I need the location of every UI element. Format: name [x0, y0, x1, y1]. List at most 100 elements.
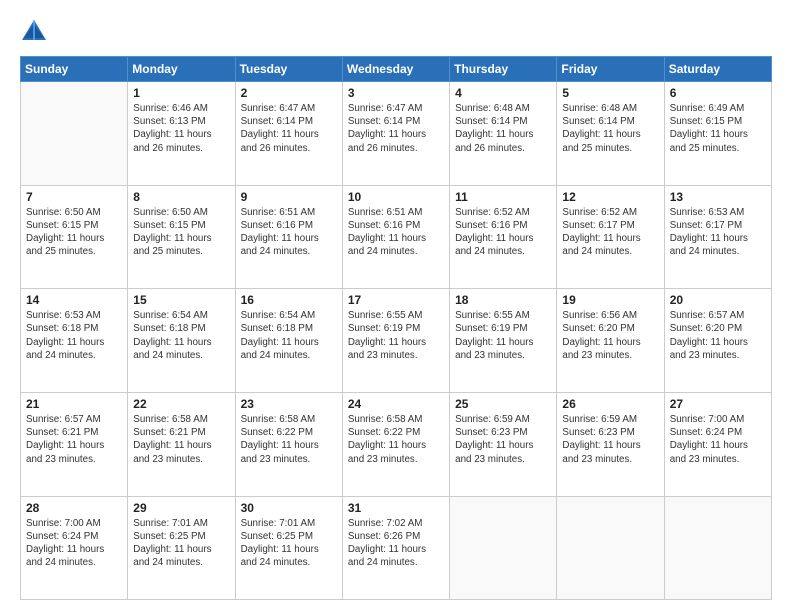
cell-info: Sunrise: 6:58 AM Sunset: 6:21 PM Dayligh… [133, 413, 229, 466]
calendar-cell: 19 Sunrise: 6:56 AM Sunset: 6:20 PM Dayli… [557, 289, 664, 393]
day-number: 15 [133, 293, 229, 307]
cell-info: Sunrise: 6:55 AM Sunset: 6:19 PM Dayligh… [348, 309, 444, 362]
day-number: 11 [455, 190, 551, 204]
cell-info: Sunrise: 6:50 AM Sunset: 6:15 PM Dayligh… [26, 206, 122, 259]
day-number: 24 [348, 397, 444, 411]
cell-info: Sunrise: 6:55 AM Sunset: 6:19 PM Dayligh… [455, 309, 551, 362]
cell-info: Sunrise: 6:52 AM Sunset: 6:17 PM Dayligh… [562, 206, 658, 259]
calendar-cell: 25 Sunrise: 6:59 AM Sunset: 6:23 PM Dayli… [450, 392, 557, 496]
calendar-cell: 4Sunrise: 6:48 AM Sunset: 6:14 PM Daylig… [450, 82, 557, 186]
calendar-cell: 10 Sunrise: 6:51 AM Sunset: 6:16 PM Dayli… [342, 185, 449, 289]
day-number: 12 [562, 190, 658, 204]
logo [20, 18, 52, 46]
calendar-cell: 22 Sunrise: 6:58 AM Sunset: 6:21 PM Dayli… [128, 392, 235, 496]
day-number: 18 [455, 293, 551, 307]
day-number: 5 [562, 86, 658, 100]
weekday-header: Thursday [450, 57, 557, 82]
calendar-cell: 27 Sunrise: 7:00 AM Sunset: 6:24 PM Dayli… [664, 392, 771, 496]
cell-info: Sunrise: 6:50 AM Sunset: 6:15 PM Dayligh… [133, 206, 229, 259]
calendar-cell: 17Sunrise: 6:55 AM Sunset: 6:19 PM Dayli… [342, 289, 449, 393]
day-number: 3 [348, 86, 444, 100]
calendar-cell: 5 Sunrise: 6:48 AM Sunset: 6:14 PM Daylig… [557, 82, 664, 186]
day-number: 8 [133, 190, 229, 204]
cell-info: Sunrise: 6:58 AM Sunset: 6:22 PM Dayligh… [241, 413, 337, 466]
calendar-cell [450, 496, 557, 600]
calendar-cell: 15 Sunrise: 6:54 AM Sunset: 6:18 PM Dayli… [128, 289, 235, 393]
calendar-cell [664, 496, 771, 600]
day-number: 14 [26, 293, 122, 307]
weekday-header: Sunday [21, 57, 128, 82]
cell-info: Sunrise: 7:00 AM Sunset: 6:24 PM Dayligh… [670, 413, 766, 466]
cell-info: Sunrise: 7:00 AM Sunset: 6:24 PM Dayligh… [26, 517, 122, 570]
calendar-week-row: 7 Sunrise: 6:50 AM Sunset: 6:15 PM Daylig… [21, 185, 772, 289]
calendar-cell: 7 Sunrise: 6:50 AM Sunset: 6:15 PM Daylig… [21, 185, 128, 289]
calendar-cell: 31Sunrise: 7:02 AM Sunset: 6:26 PM Dayli… [342, 496, 449, 600]
cell-info: Sunrise: 6:54 AM Sunset: 6:18 PM Dayligh… [133, 309, 229, 362]
cell-info: Sunrise: 6:57 AM Sunset: 6:21 PM Dayligh… [26, 413, 122, 466]
day-number: 16 [241, 293, 337, 307]
cell-info: Sunrise: 6:47 AM Sunset: 6:14 PM Dayligh… [348, 102, 444, 155]
calendar-cell: 21 Sunrise: 6:57 AM Sunset: 6:21 PM Dayli… [21, 392, 128, 496]
calendar-cell: 9Sunrise: 6:51 AM Sunset: 6:16 PM Daylig… [235, 185, 342, 289]
calendar-cell: 18 Sunrise: 6:55 AM Sunset: 6:19 PM Dayli… [450, 289, 557, 393]
logo-icon [20, 18, 48, 46]
cell-info: Sunrise: 6:53 AM Sunset: 6:17 PM Dayligh… [670, 206, 766, 259]
cell-info: Sunrise: 6:51 AM Sunset: 6:16 PM Dayligh… [348, 206, 444, 259]
calendar-cell: 13Sunrise: 6:53 AM Sunset: 6:17 PM Dayli… [664, 185, 771, 289]
cell-info: Sunrise: 6:59 AM Sunset: 6:23 PM Dayligh… [455, 413, 551, 466]
cell-info: Sunrise: 6:46 AM Sunset: 6:13 PM Dayligh… [133, 102, 229, 155]
weekday-header: Monday [128, 57, 235, 82]
cell-info: Sunrise: 6:57 AM Sunset: 6:20 PM Dayligh… [670, 309, 766, 362]
weekday-header-row: SundayMondayTuesdayWednesdayThursdayFrid… [21, 57, 772, 82]
cell-info: Sunrise: 7:01 AM Sunset: 6:25 PM Dayligh… [241, 517, 337, 570]
calendar-week-row: 28 Sunrise: 7:00 AM Sunset: 6:24 PM Dayli… [21, 496, 772, 600]
weekday-header: Wednesday [342, 57, 449, 82]
day-number: 30 [241, 501, 337, 515]
calendar-week-row: 14Sunrise: 6:53 AM Sunset: 6:18 PM Dayli… [21, 289, 772, 393]
calendar-cell: 26Sunrise: 6:59 AM Sunset: 6:23 PM Dayli… [557, 392, 664, 496]
cell-info: Sunrise: 6:51 AM Sunset: 6:16 PM Dayligh… [241, 206, 337, 259]
calendar-cell: 24 Sunrise: 6:58 AM Sunset: 6:22 PM Dayli… [342, 392, 449, 496]
calendar-week-row: 21 Sunrise: 6:57 AM Sunset: 6:21 PM Dayli… [21, 392, 772, 496]
cell-info: Sunrise: 6:59 AM Sunset: 6:23 PM Dayligh… [562, 413, 658, 466]
calendar-cell [21, 82, 128, 186]
day-number: 1 [133, 86, 229, 100]
cell-info: Sunrise: 6:49 AM Sunset: 6:15 PM Dayligh… [670, 102, 766, 155]
day-number: 21 [26, 397, 122, 411]
calendar-cell: 20Sunrise: 6:57 AM Sunset: 6:20 PM Dayli… [664, 289, 771, 393]
calendar-cell: 30 Sunrise: 7:01 AM Sunset: 6:25 PM Dayli… [235, 496, 342, 600]
cell-info: Sunrise: 6:56 AM Sunset: 6:20 PM Dayligh… [562, 309, 658, 362]
calendar-cell: 28 Sunrise: 7:00 AM Sunset: 6:24 PM Dayli… [21, 496, 128, 600]
calendar-cell: 8 Sunrise: 6:50 AM Sunset: 6:15 PM Daylig… [128, 185, 235, 289]
cell-info: Sunrise: 6:48 AM Sunset: 6:14 PM Dayligh… [562, 102, 658, 155]
calendar-cell: 12 Sunrise: 6:52 AM Sunset: 6:17 PM Dayli… [557, 185, 664, 289]
cell-info: Sunrise: 6:54 AM Sunset: 6:18 PM Dayligh… [241, 309, 337, 362]
weekday-header: Tuesday [235, 57, 342, 82]
day-number: 27 [670, 397, 766, 411]
day-number: 10 [348, 190, 444, 204]
calendar-cell: 3 Sunrise: 6:47 AM Sunset: 6:14 PM Daylig… [342, 82, 449, 186]
calendar-cell: 23 Sunrise: 6:58 AM Sunset: 6:22 PM Dayli… [235, 392, 342, 496]
header [20, 18, 772, 46]
calendar-cell: 2Sunrise: 6:47 AM Sunset: 6:14 PM Daylig… [235, 82, 342, 186]
weekday-header: Saturday [664, 57, 771, 82]
calendar-cell: 1 Sunrise: 6:46 AM Sunset: 6:13 PM Daylig… [128, 82, 235, 186]
day-number: 22 [133, 397, 229, 411]
cell-info: Sunrise: 6:47 AM Sunset: 6:14 PM Dayligh… [241, 102, 337, 155]
day-number: 6 [670, 86, 766, 100]
calendar-week-row: 1 Sunrise: 6:46 AM Sunset: 6:13 PM Daylig… [21, 82, 772, 186]
day-number: 28 [26, 501, 122, 515]
calendar-cell: 14Sunrise: 6:53 AM Sunset: 6:18 PM Dayli… [21, 289, 128, 393]
weekday-header: Friday [557, 57, 664, 82]
day-number: 7 [26, 190, 122, 204]
day-number: 29 [133, 501, 229, 515]
day-number: 23 [241, 397, 337, 411]
day-number: 19 [562, 293, 658, 307]
day-number: 31 [348, 501, 444, 515]
page: SundayMondayTuesdayWednesdayThursdayFrid… [0, 0, 792, 612]
calendar-cell: 11Sunrise: 6:52 AM Sunset: 6:16 PM Dayli… [450, 185, 557, 289]
cell-info: Sunrise: 6:58 AM Sunset: 6:22 PM Dayligh… [348, 413, 444, 466]
calendar-cell: 16 Sunrise: 6:54 AM Sunset: 6:18 PM Dayli… [235, 289, 342, 393]
calendar-cell: 29Sunrise: 7:01 AM Sunset: 6:25 PM Dayli… [128, 496, 235, 600]
day-number: 25 [455, 397, 551, 411]
